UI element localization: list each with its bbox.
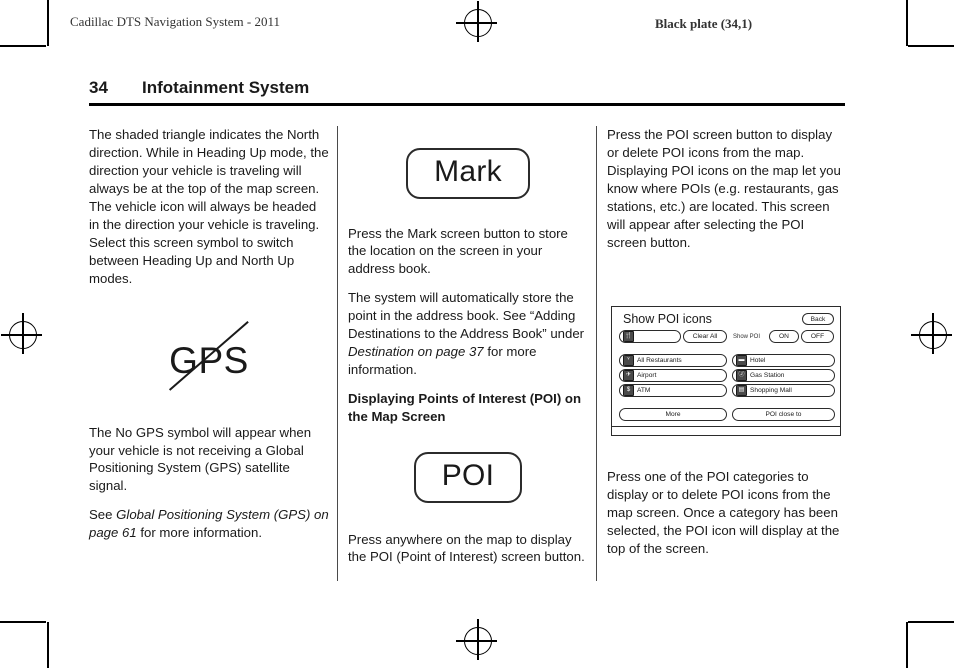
poi-screen-title: Show POI icons	[623, 312, 712, 326]
column-two: Mark Press the Mark screen button to sto…	[348, 126, 588, 566]
poi-category-atm[interactable]: $ ATM	[619, 384, 727, 397]
poi-category-label: Shopping Mall	[750, 387, 792, 394]
mark-screen-button[interactable]: Mark	[406, 148, 530, 199]
more-button[interactable]: More	[619, 408, 727, 421]
show-poi-label: Show POI	[733, 334, 761, 340]
poi-category-airport[interactable]: ✈ Airport	[619, 369, 727, 382]
poi-button-figure: POI	[348, 452, 588, 503]
poi-category-label: Airport	[637, 372, 657, 379]
crop-mark-top-left-vertical	[47, 0, 49, 46]
section-title: Infotainment System	[142, 78, 310, 97]
column-one: The shaded triangle indicates the North …	[89, 126, 329, 542]
gas-station-icon: Ⓙ	[736, 370, 747, 381]
col2-paragraph-1: Press the Mark screen button to store th…	[348, 225, 568, 277]
column-three: Press the POI screen button to display o…	[607, 126, 847, 252]
gps-symbol-label: GPS	[169, 339, 249, 381]
plate-info: Black plate (34,1)	[655, 16, 753, 31]
crop-mark-top-right-vertical	[906, 0, 908, 46]
column-divider-2	[596, 126, 597, 581]
restaurant-icon: ᵛ	[623, 355, 634, 366]
col2-para2-part1: The system will automatically store the …	[348, 290, 585, 342]
airport-icon: ✈	[623, 370, 634, 381]
poi-category-label: All Restaurants	[637, 357, 682, 364]
col3-paragraph-1: Press the POI screen button to display o…	[607, 127, 841, 250]
col1-see-prefix: See	[89, 507, 117, 523]
col1-paragraph-3: See Global Positioning System (GPS) on p…	[89, 506, 329, 542]
col1-paragraph-2: The No GPS symbol will appear when your …	[89, 424, 312, 494]
book-title: Cadillac DTS Navigation System - 2011	[70, 14, 281, 29]
registration-mark-right	[911, 313, 952, 354]
poi-screen-bottom-rule	[612, 426, 840, 428]
registration-mark-bottom	[456, 619, 497, 660]
crop-mark-top-left-horizontal	[0, 45, 46, 47]
poi-close-to-button[interactable]: POI close to	[732, 408, 835, 421]
clear-all-button[interactable]: Clear All	[683, 330, 727, 343]
crop-mark-bottom-right-vertical	[906, 622, 908, 668]
mark-button-figure: Mark	[348, 148, 588, 199]
poi-category-shopping-mall[interactable]: ▤ Shopping Mall	[732, 384, 835, 397]
restaurant-icon: 🍴	[623, 331, 634, 342]
page-title: 34 Infotainment System	[89, 78, 845, 106]
col2-paragraph-2: The system will automatically store the …	[348, 289, 588, 379]
show-poi-icons-screen: Show POI icons 🍴 Clear All Show POI ON O…	[611, 306, 841, 436]
poi-category-label: ATM	[637, 387, 651, 394]
col3-paragraph-2: Press one of the POI categories to displ…	[607, 469, 840, 556]
show-poi-off-button[interactable]: OFF	[801, 330, 834, 343]
registration-mark-left	[1, 313, 42, 354]
registration-mark-top	[456, 1, 497, 42]
no-gps-symbol: GPS	[134, 310, 284, 402]
col2-cross-reference: Destination on page 37	[348, 344, 484, 360]
poi-category-hotel[interactable]: ▬ Hotel	[732, 354, 835, 367]
col2-paragraph-3: Press anywhere on the map to display the…	[348, 531, 585, 565]
column-divider-1	[337, 126, 338, 581]
column-three-continued: Press one of the POI categories to displ…	[607, 468, 847, 558]
atm-icon: $	[623, 385, 634, 396]
crop-mark-top-right-horizontal	[908, 45, 954, 47]
poi-category-gas-station[interactable]: Ⓙ Gas Station	[732, 369, 835, 382]
poi-category-all-restaurants[interactable]: ᵛ All Restaurants	[619, 354, 727, 367]
col1-see-suffix: for more information.	[136, 525, 262, 541]
poi-screen-button[interactable]: POI	[413, 452, 523, 503]
crop-mark-bottom-right-horizontal	[908, 621, 954, 623]
shopping-mall-icon: ▤	[736, 385, 747, 396]
col1-paragraph-1: The shaded triangle indicates the North …	[89, 127, 329, 286]
selected-poi-icon-field[interactable]: 🍴	[619, 330, 681, 343]
page-number: 34	[89, 78, 108, 97]
col2-subheading: Displaying Points of Interest (POI) on t…	[348, 391, 581, 425]
back-button[interactable]: Back	[802, 313, 834, 325]
hotel-icon: ▬	[736, 355, 747, 366]
show-poi-on-button[interactable]: ON	[769, 330, 799, 343]
crop-mark-bottom-left-vertical	[47, 622, 49, 668]
poi-category-label: Hotel	[750, 357, 766, 364]
crop-mark-bottom-left-horizontal	[0, 621, 46, 623]
poi-category-label: Gas Station	[750, 372, 785, 379]
